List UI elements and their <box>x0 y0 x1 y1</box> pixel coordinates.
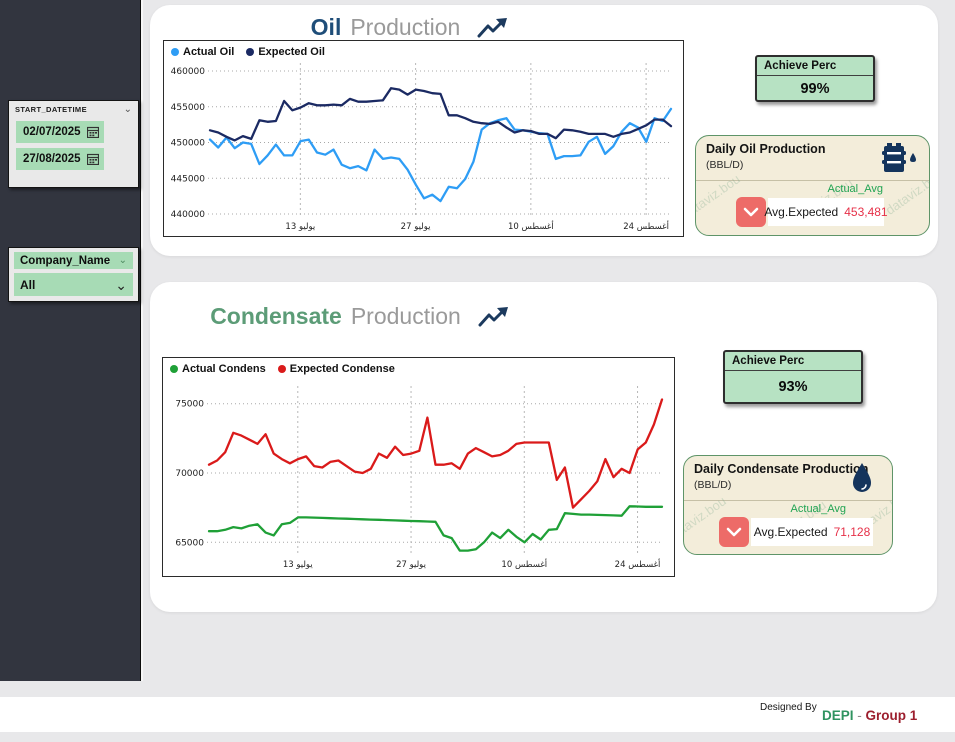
svg-text:27 يوليو: 27 يوليو <box>396 560 426 570</box>
calendar-icon <box>87 126 99 138</box>
designed-by-label: Designed By <box>760 702 817 713</box>
condensate-title-rest: Production <box>350 302 461 329</box>
condensate-achieve-value: 93% <box>778 379 808 395</box>
svg-text:24 أغسطس: 24 أغسطس <box>615 558 661 570</box>
condensate-daily-title: Daily Condensate Production <box>694 462 869 476</box>
company-filter-label: Company_Name <box>20 254 111 267</box>
svg-text:10 أغسطس: 10 أغسطس <box>508 220 554 232</box>
oil-daily-card: Daily Oil Production (BBL/D) dataviz.bou… <box>695 135 930 236</box>
condensate-line-chart[interactable]: 65000 70000 75000 13 يوليو 27 يوليو 10 أغسطس 2… <box>163 358 672 574</box>
oil-achieve-label: Achieve Perc <box>757 57 873 76</box>
chevron-down-icon: ⌄ <box>115 276 127 293</box>
condensate-actual-avg-label: Actual_Avg <box>790 503 846 515</box>
oil-barrel-icon <box>882 143 916 172</box>
trend-up-icon <box>478 307 508 327</box>
svg-text:24 أغسطس: 24 أغسطس <box>623 220 669 232</box>
company-name-header[interactable]: Company_Name ⌄ <box>14 252 133 269</box>
footer-bar: Designed By DEPI - Group 1 <box>0 697 955 732</box>
company-select[interactable]: All ⌄ <box>14 273 133 296</box>
sidebar: START_DATETIME ⌄ 02/07/2025 27/08/2025 C… <box>0 0 141 681</box>
trend-up-icon <box>477 18 508 38</box>
down-chevron-indicator <box>736 197 766 227</box>
condensate-chart[interactable]: Actual Condens Expected Condense 65000 70… <box>162 357 675 577</box>
svg-text:460000: 460000 <box>171 67 206 77</box>
svg-text:450000: 450000 <box>171 139 206 149</box>
date-from-value: 02/07/2025 <box>23 126 81 138</box>
brand-depi: DEPI <box>822 708 854 723</box>
condensate-production-card: Condensate Production Actual Condens Exp… <box>150 282 937 612</box>
company-filter: Company_Name ⌄ All ⌄ <box>8 247 139 302</box>
water-drop-icon <box>853 463 871 492</box>
condensate-title: Condensate Production <box>190 302 530 330</box>
svg-text:440000: 440000 <box>171 210 206 220</box>
oil-achieve-value: 99% <box>800 81 830 97</box>
oil-expected-value: 453,481 <box>844 205 888 219</box>
svg-text:10 أغسطس: 10 أغسطس <box>501 558 547 570</box>
oil-daily-title: Daily Oil Production <box>706 142 826 156</box>
chevron-down-icon: ⌄ <box>118 254 127 266</box>
date-to-input[interactable]: 27/08/2025 <box>16 148 104 170</box>
brand-row: DEPI - Group 1 <box>822 708 917 723</box>
oil-chart[interactable]: Actual Oil Expected Oil 440000 445000 4500… <box>163 40 684 237</box>
down-chevron-indicator <box>719 517 749 547</box>
svg-text:65000: 65000 <box>175 538 204 548</box>
svg-text:70000: 70000 <box>175 469 204 479</box>
condensate-expected-strip: Avg.Expected 71,128 <box>751 518 873 546</box>
svg-text:27 يوليو: 27 يوليو <box>401 222 431 232</box>
brand-separator: - <box>857 708 862 723</box>
condensate-achieve-card: Achieve Perc 93% <box>723 350 863 404</box>
condensate-daily-unit: (BBL/D) <box>694 479 732 491</box>
condensate-achieve-label: Achieve Perc <box>725 352 861 371</box>
brand-group: Group 1 <box>865 708 918 723</box>
oil-expected-strip: Avg.Expected 453,481 <box>764 198 888 226</box>
condensate-title-bold: Condensate <box>210 302 342 329</box>
svg-text:445000: 445000 <box>171 174 206 184</box>
oil-title-rest: Production <box>350 13 461 40</box>
dashboard-root: START_DATETIME ⌄ 02/07/2025 27/08/2025 C… <box>0 0 955 742</box>
chevron-down-icon[interactable]: ⌄ <box>124 104 132 114</box>
condensate-expected-label: Avg.Expected <box>753 525 828 539</box>
condensate-expected-value: 71,128 <box>833 525 871 539</box>
start-datetime-label: START_DATETIME <box>15 105 87 114</box>
oil-daily-unit: (BBL/D) <box>706 159 744 171</box>
oil-production-card: Oil Production Actual Oil Expected Oil 4… <box>150 5 938 256</box>
svg-text:13 يوليو: 13 يوليو <box>285 222 315 232</box>
oil-title-bold: Oil <box>310 13 342 40</box>
calendar-icon <box>87 153 99 165</box>
oil-expected-label: Avg.Expected <box>764 205 839 219</box>
company-selected-value: All <box>20 277 36 292</box>
condensate-daily-card: Daily Condensate Production (BBL/D) data… <box>683 455 893 555</box>
oil-achieve-card: Achieve Perc 99% <box>755 55 875 102</box>
svg-text:75000: 75000 <box>175 400 204 410</box>
oil-line-chart[interactable]: 440000 445000 450000 455000 460000 13 يوليو 27… <box>164 41 681 234</box>
oil-title: Oil Production <box>240 13 580 41</box>
svg-text:455000: 455000 <box>171 103 206 113</box>
svg-text:13 يوليو: 13 يوليو <box>283 560 313 570</box>
date-to-value: 27/08/2025 <box>23 153 81 165</box>
start-datetime-filter: START_DATETIME ⌄ 02/07/2025 27/08/2025 <box>8 100 139 188</box>
date-from-input[interactable]: 02/07/2025 <box>16 121 104 143</box>
